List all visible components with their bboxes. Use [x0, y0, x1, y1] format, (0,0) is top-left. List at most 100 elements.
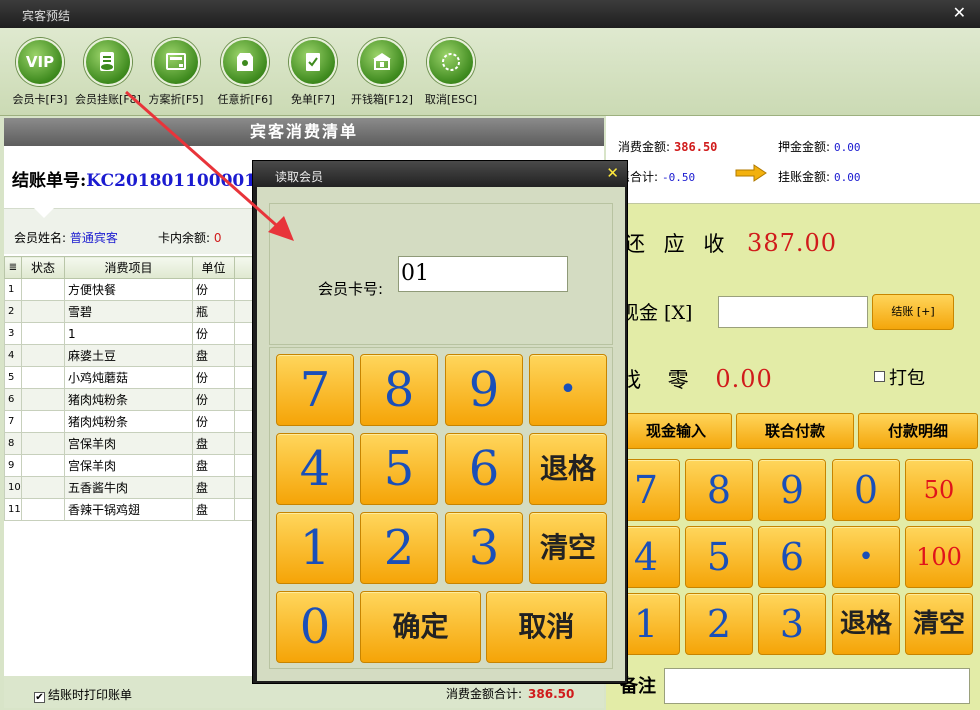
read-member-dialog: 读取会员 ✕ 会员卡号: 01 7 8 9 • 4 5 6 退格 1 2 3 清… — [252, 160, 628, 684]
cancel-toolbar-label: 取消[ESC] — [424, 93, 478, 106]
print-on-checkout-checkbox[interactable]: ✔ 结账时打印账单 — [34, 686, 132, 703]
window-close-icon[interactable]: ✕ — [953, 3, 966, 22]
window-title: 宾客预结 — [22, 9, 71, 23]
dialog-key-backspace[interactable]: 退格 — [529, 433, 607, 505]
cash-drawer-label: 开钱箱[F12] — [351, 93, 413, 106]
card-number-input[interactable]: 01 — [398, 256, 568, 292]
vip-icon: VIP — [16, 38, 64, 86]
row-item-name: 1 — [64, 322, 193, 345]
table-row[interactable]: 7 猪肉炖粉条份 — [4, 410, 255, 433]
row-item-name: 香辣干锅鸡翅 — [64, 498, 193, 521]
cash-drawer-icon — [358, 38, 406, 86]
table-row[interactable]: 4 麻婆土豆盘 — [4, 344, 255, 367]
key-0[interactable]: 0 — [832, 459, 900, 521]
change-amount: 找 零 0.00 — [620, 364, 773, 394]
row-unit: 盘 — [192, 476, 235, 499]
key-9[interactable]: 9 — [758, 459, 826, 521]
dialog-key-dot[interactable]: • — [529, 354, 607, 426]
row-status — [21, 476, 65, 499]
dialog-confirm-button[interactable]: 确定 — [360, 591, 481, 663]
column-header-unit[interactable]: 单位 — [192, 256, 235, 279]
table-row[interactable]: 8 宫保羊肉盘 — [4, 432, 255, 455]
change-value: 0.00 — [715, 365, 773, 393]
row-item-name: 宫保羊肉 — [64, 432, 193, 455]
row-item-name: 猪肉炖粉条 — [64, 388, 193, 411]
key-3[interactable]: 3 — [758, 593, 826, 655]
dialog-close-icon[interactable]: ✕ — [606, 164, 619, 182]
key-clear[interactable]: 清空 — [905, 593, 973, 655]
card-balance-label: 卡内余额: — [158, 231, 211, 245]
remark-input[interactable] — [664, 668, 970, 704]
dialog-key-9[interactable]: 9 — [445, 354, 523, 426]
pack-checkbox[interactable]: 打包 — [874, 364, 925, 390]
dialog-key-8[interactable]: 8 — [360, 354, 438, 426]
amount-due: 还 应 收 387.00 — [624, 228, 837, 258]
column-header-item[interactable]: 消费项目 — [64, 256, 193, 279]
custom-discount-button[interactable]: 任意折[F6] — [209, 38, 281, 107]
key-backspace[interactable]: 退格 — [832, 593, 900, 655]
key-100[interactable]: 100 — [905, 526, 973, 588]
cancel-toolbar-button[interactable]: 取消[ESC] — [415, 38, 487, 107]
member-name-value: 普通宾客 — [69, 231, 118, 245]
free-order-button[interactable]: 免单[F7] — [277, 38, 349, 107]
cash-input[interactable] — [718, 296, 868, 328]
table-row[interactable]: 11 香辣干锅鸡翅盘 — [4, 498, 255, 521]
column-header-status[interactable]: 状态 — [21, 256, 65, 279]
key-6[interactable]: 6 — [758, 526, 826, 588]
dialog-key-7[interactable]: 7 — [276, 354, 354, 426]
table-row[interactable]: 10 五香酱牛肉盘 — [4, 476, 255, 499]
row-unit: 份 — [192, 366, 235, 389]
card-balance: 卡内余额: 0 — [158, 229, 222, 246]
tab-cash-input[interactable]: 现金输入 — [620, 413, 732, 449]
pack-label: 打包 — [889, 368, 925, 389]
row-index: 3 — [4, 322, 22, 345]
consume-amount-label: 消费金额: — [618, 140, 671, 154]
dialog-keypad: 7 8 9 • 4 5 6 退格 1 2 3 清空 0 确定 取消 — [269, 347, 613, 669]
dialog-key-1[interactable]: 1 — [276, 512, 354, 584]
checkbox-box[interactable]: ✔ — [34, 692, 45, 703]
pack-checkbox-box[interactable] — [874, 371, 885, 382]
key-dot[interactable]: • — [832, 526, 900, 588]
key-2[interactable]: 2 — [685, 593, 753, 655]
tab-joint-payment[interactable]: 联合付款 — [736, 413, 854, 449]
row-item-name: 雪碧 — [64, 300, 193, 323]
table-row[interactable]: 2 雪碧瓶 — [4, 300, 255, 323]
row-status — [21, 432, 65, 455]
row-item-name: 小鸡炖蘑菇 — [64, 366, 193, 389]
custom-discount-icon — [221, 38, 269, 86]
dialog-key-5[interactable]: 5 — [360, 433, 438, 505]
cash-drawer-button[interactable]: 开钱箱[F12] — [346, 38, 418, 107]
notch-decoration — [34, 208, 54, 218]
change-label: 找 零 — [620, 368, 699, 392]
row-status — [21, 388, 65, 411]
dialog-key-4[interactable]: 4 — [276, 433, 354, 505]
free-order-icon — [289, 38, 337, 86]
member-charge-button[interactable]: 会员挂账[F8] — [72, 38, 144, 107]
table-row[interactable]: 5 小鸡炖蘑菇份 — [4, 366, 255, 389]
member-charge-icon — [84, 38, 132, 86]
dialog-key-6[interactable]: 6 — [445, 433, 523, 505]
dialog-key-0[interactable]: 0 — [276, 591, 354, 663]
key-5[interactable]: 5 — [685, 526, 753, 588]
tab-payment-detail[interactable]: 付款明细 — [858, 413, 978, 449]
bill-total-label: 消费金额合计: — [446, 687, 523, 701]
dialog-key-3[interactable]: 3 — [445, 512, 523, 584]
plan-discount-button[interactable]: 方案折[F5] — [140, 38, 212, 107]
settle-button[interactable]: 结账 [+] — [872, 294, 954, 330]
table-header-row: ≣ 状态 消费项目 单位 — [4, 256, 255, 279]
table-row[interactable]: 3 1份 — [4, 322, 255, 345]
consume-amount: 消费金额: 386.50 — [618, 138, 717, 155]
arrow-right-icon — [735, 164, 767, 182]
bill-total-value: 386.50 — [528, 687, 575, 701]
table-row[interactable]: 9 宫保羊肉盘 — [4, 454, 255, 477]
dialog-cancel-button[interactable]: 取消 — [486, 591, 607, 663]
row-item-name: 猪肉炖粉条 — [64, 410, 193, 433]
table-row[interactable]: 1 方便快餐份 — [4, 278, 255, 301]
key-8[interactable]: 8 — [685, 459, 753, 521]
member-card-button[interactable]: VIP 会员卡[F3] — [4, 38, 76, 107]
key-50[interactable]: 50 — [905, 459, 973, 521]
dialog-key-2[interactable]: 2 — [360, 512, 438, 584]
dialog-key-clear[interactable]: 清空 — [529, 512, 607, 584]
table-row[interactable]: 6 猪肉炖粉条份 — [4, 388, 255, 411]
row-unit: 盘 — [192, 498, 235, 521]
